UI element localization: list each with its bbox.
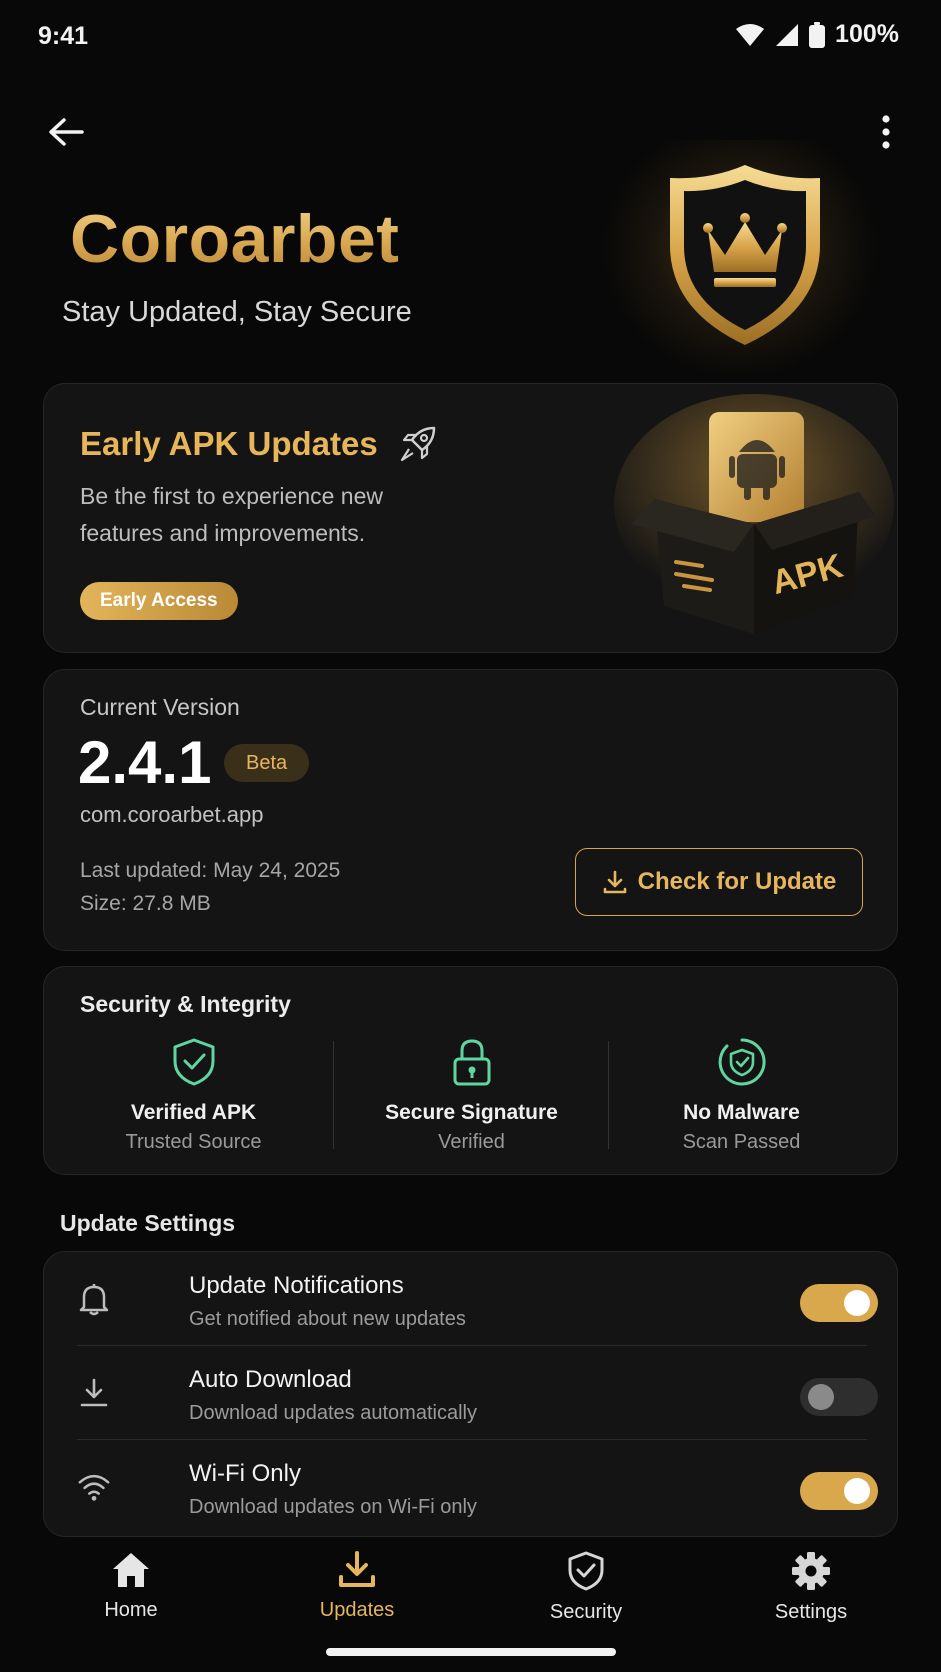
early-apk-title: Early APK Updates: [80, 424, 438, 464]
nav-home[interactable]: Home: [51, 1551, 211, 1622]
nav-settings-label: Settings: [774, 1601, 848, 1623]
current-version-label: Current Version: [80, 694, 240, 720]
cell-signal-icon: [776, 23, 799, 46]
wifi-only-toggle[interactable]: [800, 1472, 878, 1510]
status-icons: 100%: [735, 20, 899, 49]
update-notifications-toggle[interactable]: [800, 1284, 878, 1322]
tagline: Stay Updated, Stay Secure: [62, 296, 412, 328]
secure-signature-item: Secure Signature Verified: [334, 1037, 609, 1154]
setting-title: Wi-Fi Only: [189, 1460, 301, 1487]
verified-apk-title: Verified APK: [130, 1101, 257, 1124]
nav-home-label: Home: [104, 1599, 158, 1621]
early-apk-card: Early APK Updates Be the first to experi…: [43, 383, 898, 653]
secure-signature-subtitle: Verified: [438, 1131, 505, 1153]
setting-subtitle: Download updates on Wi-Fi only: [189, 1496, 477, 1518]
nav-security-label: Security: [549, 1601, 623, 1623]
update-settings-heading: Update Settings: [60, 1210, 236, 1236]
security-integrity-card: Security & Integrity Verified APK Truste…: [43, 966, 898, 1175]
download-icon: [603, 870, 626, 894]
setting-wifi-only: Wi-Fi Only Download updates on Wi-Fi onl…: [77, 1440, 878, 1534]
no-malware-title: No Malware: [683, 1101, 800, 1124]
nav-updates-label: Updates: [319, 1599, 395, 1621]
download-icon: [77, 1376, 111, 1410]
battery-percent: 100%: [835, 20, 899, 48]
file-size: Size: 27.8 MB: [80, 892, 211, 915]
nav-settings[interactable]: Settings: [731, 1551, 891, 1624]
beta-badge: Beta: [224, 744, 310, 782]
battery-icon: [809, 21, 826, 48]
check-for-update-label: Check for Update: [637, 868, 837, 895]
setting-title: Update Notifications: [189, 1272, 404, 1299]
setting-auto-download: Auto Download Download updates automatic…: [77, 1346, 878, 1440]
auto-download-toggle[interactable]: [800, 1378, 878, 1416]
verified-apk-subtitle: Trusted Source: [125, 1131, 262, 1153]
update-settings-card: Update Notifications Get notified about …: [43, 1251, 898, 1537]
check-for-update-button[interactable]: Check for Update: [575, 848, 863, 916]
more-vert-icon: [882, 115, 890, 149]
no-malware-item: No Malware Scan Passed: [604, 1037, 879, 1154]
home-indicator[interactable]: [326, 1648, 616, 1656]
current-version-card: Current Version 2.4.1 Beta com.coroarbet…: [43, 669, 898, 951]
nav-updates[interactable]: Updates: [277, 1551, 437, 1622]
early-apk-description: Be the first to experience new features …: [80, 483, 383, 546]
rocket-icon: [400, 426, 435, 462]
secure-signature-title: Secure Signature: [385, 1101, 558, 1124]
version-meta: Last updated: May 24, 2025 Size: 27.8 MB: [80, 854, 340, 920]
early-apk-title-text: Early APK Updates: [80, 425, 378, 462]
no-malware-subtitle: Scan Passed: [682, 1131, 801, 1153]
setting-update-notifications: Update Notifications Get notified about …: [77, 1252, 878, 1346]
nav-security[interactable]: Security: [506, 1551, 666, 1624]
shield-check-icon: [173, 1038, 214, 1086]
setting-subtitle: Download updates automatically: [189, 1402, 477, 1424]
apk-box-illustration: APK: [614, 394, 894, 634]
toggle-knob: [844, 1290, 870, 1316]
shield-check-icon: [568, 1551, 604, 1591]
wifi-icon: [77, 1470, 111, 1504]
back-button[interactable]: [44, 110, 88, 154]
lock-icon: [453, 1039, 490, 1086]
package-name: com.coroarbet.app: [80, 802, 264, 827]
bell-icon: [77, 1282, 111, 1316]
toggle-knob: [844, 1478, 870, 1504]
crown-shield-icon: [670, 165, 820, 345]
early-access-badge: Early Access: [80, 582, 238, 620]
setting-subtitle: Get notified about new updates: [189, 1308, 466, 1330]
shield-scan-icon: [718, 1038, 766, 1086]
brand-title: Coroarbet: [70, 201, 400, 277]
setting-title: Auto Download: [189, 1366, 352, 1393]
download-icon: [339, 1551, 375, 1587]
home-icon: [113, 1553, 149, 1587]
version-number: 2.4.1: [78, 729, 212, 796]
wifi-signal-icon: [736, 23, 765, 46]
gear-icon: [792, 1552, 830, 1590]
verified-apk-item: Verified APK Trusted Source: [56, 1037, 331, 1154]
arrow-left-icon: [49, 118, 84, 146]
security-title: Security & Integrity: [80, 991, 291, 1017]
toggle-knob: [808, 1384, 834, 1410]
last-updated: Last updated: May 24, 2025: [80, 859, 341, 882]
status-time: 9:41: [38, 22, 89, 50]
